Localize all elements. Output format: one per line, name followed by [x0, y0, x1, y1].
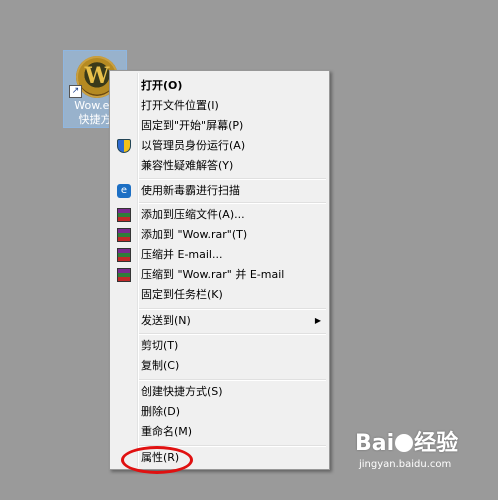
- menu-item-run-as-admin[interactable]: 以管理员身份运行(A): [112, 136, 327, 156]
- menu-item-cut[interactable]: 剪切(T): [112, 336, 327, 356]
- menu-item-compress-and-email[interactable]: 压缩并 E-mail...: [112, 245, 327, 265]
- menu-item-send-to[interactable]: 发送到(N) ▶: [112, 311, 327, 331]
- uac-shield-icon: [117, 139, 131, 153]
- baidu-jingyan-watermark: Bai 经验 jingyan.baidu.com: [355, 425, 495, 470]
- menu-item-compatibility-troubleshoot[interactable]: 兼容性疑难解答(Y): [112, 156, 327, 176]
- menu-item-rename[interactable]: 重命名(M): [112, 422, 327, 442]
- menu-item-add-to-archive[interactable]: 添加到压缩文件(A)...: [112, 205, 327, 225]
- menu-separator: [139, 202, 326, 204]
- shortcut-arrow-icon: ↗: [69, 85, 82, 98]
- winrar-icon: [117, 208, 131, 222]
- menu-item-label: 压缩并 E-mail...: [141, 248, 223, 261]
- menu-item-open-file-location[interactable]: 打开文件位置(I): [112, 96, 327, 116]
- watermark-url: jingyan.baidu.com: [359, 459, 452, 470]
- menu-item-delete[interactable]: 删除(D): [112, 402, 327, 422]
- menu-item-label: 添加到 "Wow.rar"(T): [141, 228, 248, 241]
- menu-item-label: 使用新毒霸进行扫描: [141, 184, 240, 197]
- context-menu: 打开(O) 打开文件位置(I) 固定到"开始"屏幕(P) 以管理员身份运行(A)…: [109, 70, 330, 470]
- antivirus-icon: e: [117, 184, 131, 198]
- menu-item-open[interactable]: 打开(O): [112, 76, 327, 96]
- menu-item-add-to-wow-rar[interactable]: 添加到 "Wow.rar"(T): [112, 225, 327, 245]
- baidu-paw-icon: [395, 434, 414, 452]
- winrar-icon: [117, 268, 131, 282]
- menu-item-compress-to-wow-rar-and-email[interactable]: 压缩到 "Wow.rar" 并 E-mail: [112, 265, 327, 285]
- winrar-icon: [117, 228, 131, 242]
- watermark-logo: Bai 经验: [355, 431, 459, 456]
- submenu-arrow-icon: ▶: [314, 316, 321, 325]
- menu-separator: [139, 333, 326, 335]
- menu-separator: [139, 379, 326, 381]
- menu-separator: [139, 178, 326, 180]
- menu-item-antivirus-scan[interactable]: e 使用新毒霸进行扫描: [112, 181, 327, 201]
- red-highlight-ellipse: [121, 446, 193, 474]
- menu-separator: [139, 308, 326, 310]
- menu-item-label: 发送到(N): [141, 314, 191, 327]
- menu-item-create-shortcut[interactable]: 创建快捷方式(S): [112, 382, 327, 402]
- menu-item-pin-to-taskbar[interactable]: 固定到任务栏(K): [112, 285, 327, 305]
- menu-item-label: 压缩到 "Wow.rar" 并 E-mail: [141, 268, 285, 281]
- menu-item-label: 以管理员身份运行(A): [141, 139, 246, 152]
- menu-item-copy[interactable]: 复制(C): [112, 356, 327, 376]
- winrar-icon: [117, 248, 131, 262]
- menu-item-label: 添加到压缩文件(A)...: [141, 208, 245, 221]
- menu-item-pin-to-start[interactable]: 固定到"开始"屏幕(P): [112, 116, 327, 136]
